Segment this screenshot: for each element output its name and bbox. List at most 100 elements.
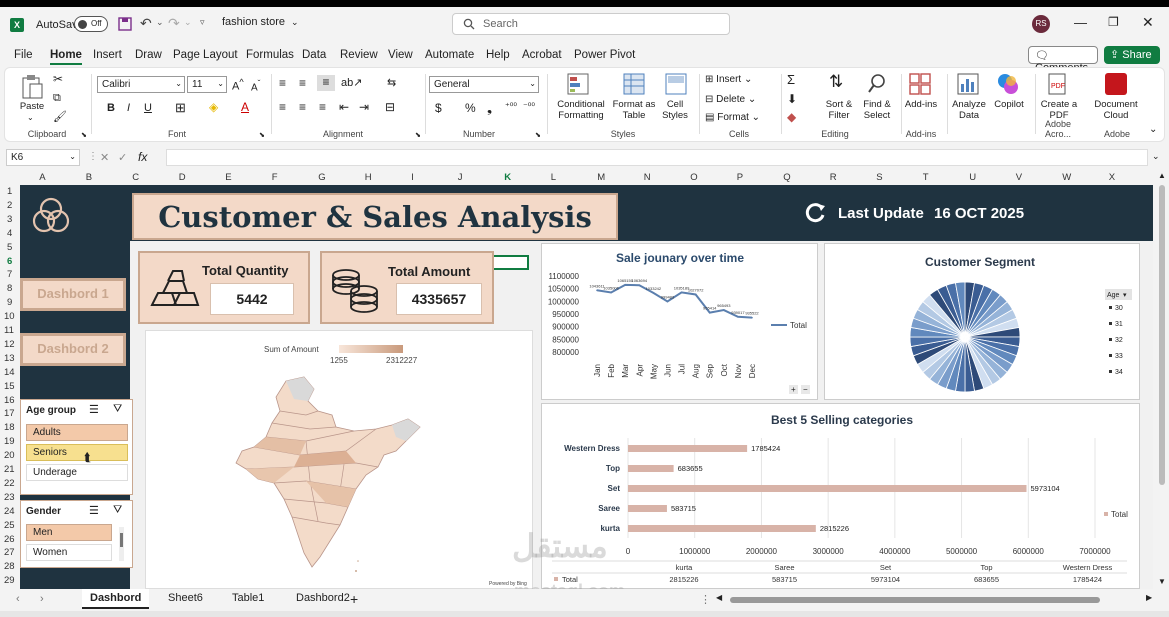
scroll-up-icon[interactable]: ▲ — [1158, 171, 1166, 180]
confirm-entry-icon[interactable]: ✓ — [118, 151, 127, 164]
tab-help[interactable]: Help — [486, 49, 510, 61]
tab-automate[interactable]: Automate — [425, 49, 474, 61]
column-header-m[interactable]: M — [597, 172, 605, 183]
insert-function-icon[interactable]: fx — [138, 150, 147, 164]
align-right-icon[interactable]: ≡ — [319, 100, 326, 114]
line-chart-card[interactable]: Sale jounary over time 1100000 1050000 1000… — [541, 243, 818, 400]
find-select-icon[interactable] — [867, 73, 887, 95]
collapse-ribbon-icon[interactable]: ⌄ — [1149, 124, 1157, 135]
tab-power-pivot[interactable]: Power Pivot — [574, 49, 635, 61]
slicer-scroll-thumb[interactable] — [120, 533, 123, 547]
row-header-24[interactable]: 24 — [4, 506, 15, 517]
column-header-x[interactable]: X — [1109, 172, 1115, 183]
row-header-19[interactable]: 19 — [4, 436, 15, 447]
add-ins-icon[interactable] — [909, 73, 931, 95]
minimize-icon[interactable]: — — [1074, 15, 1087, 30]
row-header-12[interactable]: 12 — [4, 339, 15, 350]
column-header-u[interactable]: U — [969, 172, 976, 183]
column-header-j[interactable]: J — [458, 172, 463, 183]
top-align-icon[interactable]: ≡ — [279, 76, 286, 90]
column-header-n[interactable]: N — [644, 172, 651, 183]
sheet-tab-table1[interactable]: Table1 — [224, 589, 272, 607]
paste-dropdown-icon[interactable]: ⌄ — [27, 112, 34, 123]
row-header-13[interactable]: 13 — [4, 353, 15, 364]
column-header-q[interactable]: Q — [783, 172, 790, 183]
comments-button[interactable]: 🗨 Comments — [1028, 46, 1098, 74]
slicer-item-men[interactable]: Men — [26, 524, 112, 541]
sheet-tab-dashbord2[interactable]: Dashbord2 — [288, 589, 358, 607]
increase-indent-icon[interactable]: ⇥ — [359, 100, 369, 114]
row-header-23[interactable]: 23 — [4, 492, 15, 503]
italic-icon[interactable]: I — [127, 102, 130, 114]
column-header-s[interactable]: S — [876, 172, 882, 183]
row-header-26[interactable]: 26 — [4, 534, 15, 545]
format-painter-icon[interactable]: 🖌 — [53, 110, 67, 123]
delete-cells-button[interactable]: ⊟ Delete ⌄ — [705, 94, 756, 105]
column-header-w[interactable]: W — [1062, 172, 1071, 183]
insert-cells-button[interactable]: ⊞ Insert ⌄ — [705, 74, 752, 85]
orientation-icon[interactable]: ab↗ — [341, 76, 362, 89]
slicer-item-women[interactable]: Women — [26, 544, 112, 561]
sheet-tab-dashbord[interactable]: Dashbord — [82, 589, 150, 609]
dialog-launcher-icon[interactable]: ⬊ — [81, 131, 87, 139]
align-left-icon[interactable]: ≡ — [279, 100, 286, 114]
save-icon[interactable] — [118, 17, 132, 31]
multi-select-icon[interactable]: ☰ — [89, 504, 99, 517]
column-header-d[interactable]: D — [179, 172, 186, 183]
column-header-e[interactable]: E — [225, 172, 231, 183]
tab-page-layout[interactable]: Page Layout — [173, 49, 238, 61]
horizontal-scroll-thumb[interactable] — [730, 597, 1100, 603]
tab-draw[interactable]: Draw — [135, 49, 162, 61]
dialog-launcher-icon[interactable]: ⬊ — [259, 131, 265, 139]
row-header-21[interactable]: 21 — [4, 464, 15, 475]
row-header-7[interactable]: 7 — [7, 269, 12, 280]
scroll-down-icon[interactable]: ▼ — [1158, 577, 1166, 586]
format-cells-button[interactable]: ▤ Format ⌄ — [705, 112, 760, 123]
number-format-select[interactable]: General ⌄ — [429, 76, 539, 93]
vertical-scrollbar[interactable]: ▲ ▼ — [1155, 171, 1169, 591]
column-header-g[interactable]: G — [318, 172, 325, 183]
vertical-scroll-thumb[interactable] — [1159, 185, 1165, 485]
column-header-b[interactable]: B — [86, 172, 92, 183]
expand-formula-icon[interactable]: ⌄ — [1152, 151, 1160, 162]
prev-sheet-icon[interactable]: ‹ — [16, 593, 20, 605]
fill-icon[interactable]: ⬇ — [787, 92, 797, 106]
tab-formulas[interactable]: Formulas — [246, 49, 294, 61]
cancel-entry-icon[interactable]: ✕ — [100, 151, 109, 164]
formula-input[interactable] — [166, 149, 1148, 166]
format-as-table-icon[interactable] — [623, 73, 645, 95]
tab-file[interactable]: File — [14, 49, 33, 61]
column-header-o[interactable]: O — [690, 172, 697, 183]
tab-acrobat[interactable]: Acrobat — [522, 49, 562, 61]
dashboard-1-button[interactable]: Dashbord 1 — [20, 278, 126, 311]
scroll-left-icon[interactable]: ◀ — [716, 593, 722, 602]
row-header-17[interactable]: 17 — [4, 408, 15, 419]
row-header-27[interactable]: 27 — [4, 547, 15, 558]
document-cloud-icon[interactable] — [1105, 73, 1127, 95]
borders-icon[interactable]: ⊞ — [175, 100, 186, 116]
row-header-15[interactable]: 15 — [4, 381, 15, 392]
add-sheet-icon[interactable]: + — [350, 591, 358, 607]
increase-font-icon[interactable]: A^ — [232, 77, 244, 93]
row-header-14[interactable]: 14 — [4, 367, 15, 378]
decrease-font-icon[interactable]: Aˇ — [251, 78, 260, 93]
clear-filter-icon[interactable]: ⛛ — [113, 403, 122, 416]
expand-field-icon[interactable]: + — [789, 385, 798, 394]
percent-icon[interactable]: % — [465, 101, 476, 115]
undo-icon[interactable]: ↶ — [140, 15, 152, 32]
multi-select-icon[interactable]: ☰ — [89, 403, 99, 416]
font-color-icon[interactable]: A — [241, 100, 249, 114]
row-header-28[interactable]: 28 — [4, 561, 15, 572]
create-pdf-icon[interactable]: PDF — [1047, 73, 1067, 95]
cell-styles-icon[interactable] — [665, 73, 687, 95]
slicer-item-seniors[interactable]: Seniors — [26, 444, 128, 461]
tab-view[interactable]: View — [388, 49, 413, 61]
row-header-4[interactable]: 4 — [7, 228, 12, 239]
copy-icon[interactable]: ⧉ — [53, 92, 61, 105]
analyze-data-icon[interactable] — [957, 73, 979, 95]
redo-dropdown-icon[interactable]: ⌄ — [184, 17, 192, 28]
slicer-item-adults[interactable]: Adults — [26, 424, 128, 441]
slicer-scrollbar[interactable] — [119, 527, 124, 561]
font-size-select[interactable]: 11 ⌄ — [187, 76, 227, 93]
column-header-f[interactable]: F — [272, 172, 278, 183]
